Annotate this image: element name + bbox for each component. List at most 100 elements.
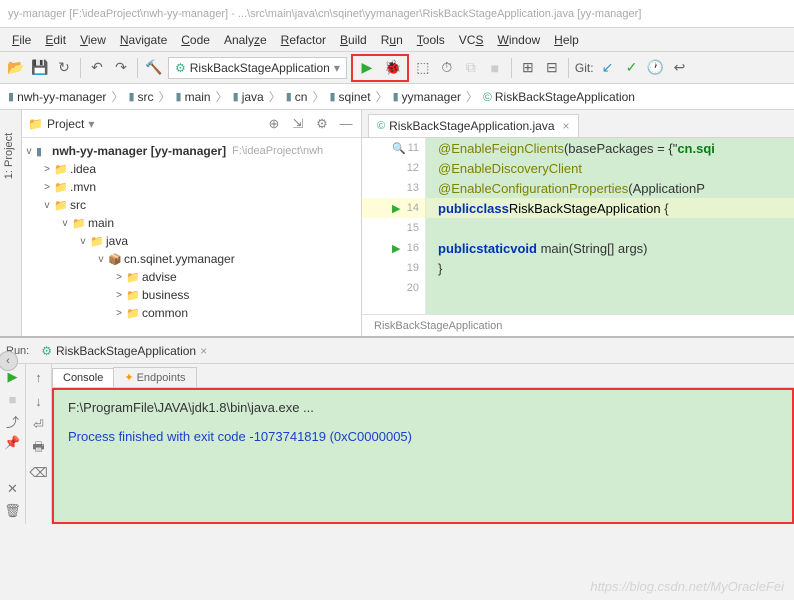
expand-icon[interactable]: >: [40, 182, 54, 193]
tree-root[interactable]: v▮ nwh-yy-manager [yy-manager] F:\ideaPr…: [22, 142, 361, 160]
tree-item[interactable]: v📁main: [22, 214, 361, 232]
gutter-line[interactable]: 13: [362, 178, 425, 198]
stop-icon[interactable]: ■: [4, 390, 22, 408]
close-icon[interactable]: ×: [563, 119, 570, 133]
attach-icon[interactable]: ⧉: [461, 58, 481, 78]
sync-icon[interactable]: ↻: [54, 58, 74, 78]
menu-navigate[interactable]: Navigate: [114, 31, 173, 49]
gutter-line[interactable]: 14▶: [362, 198, 425, 218]
menu-tools[interactable]: Tools: [411, 31, 451, 49]
menu-code[interactable]: Code: [175, 31, 216, 49]
pin-icon[interactable]: 📌: [4, 434, 22, 452]
code-line[interactable]: @EnableConfigurationProperties(Applicati…: [426, 178, 794, 198]
menu-analyze[interactable]: Analyze: [218, 31, 273, 49]
gutter-line[interactable]: 11🔍: [362, 138, 425, 158]
console-tab[interactable]: Console: [52, 368, 114, 387]
coverage-icon[interactable]: ⬚: [413, 58, 433, 78]
console-output[interactable]: F:\ProgramFile\JAVA\jdk1.8\bin\java.exe …: [52, 388, 794, 524]
code-line[interactable]: public class RiskBackStageApplication {: [426, 198, 794, 218]
undo-icon[interactable]: ↶: [87, 58, 107, 78]
editor-breadcrumb[interactable]: RiskBackStageApplication: [362, 314, 794, 336]
gear-icon[interactable]: ⚙: [313, 115, 331, 133]
up-icon[interactable]: ↑: [30, 368, 48, 386]
expand-icon[interactable]: >: [112, 272, 126, 283]
target-icon[interactable]: ⊕: [265, 115, 283, 133]
save-icon[interactable]: 💾: [30, 58, 50, 78]
git-commit-icon[interactable]: ✓: [622, 58, 642, 78]
crumb-main[interactable]: ▮main: [174, 90, 213, 104]
gutter-line[interactable]: 16▶: [362, 238, 425, 258]
layout-icon[interactable]: ⊞: [518, 58, 538, 78]
expand-icon[interactable]: v: [94, 254, 108, 265]
menu-build[interactable]: Build: [334, 31, 373, 49]
tree-item[interactable]: >📁.mvn: [22, 178, 361, 196]
code-line[interactable]: @EnableFeignClients(basePackages = {"cn.…: [426, 138, 794, 158]
stop-icon[interactable]: ■: [485, 58, 505, 78]
gutter-line[interactable]: 20: [362, 278, 425, 298]
gutter-line[interactable]: 12: [362, 158, 425, 178]
menu-file[interactable]: File: [6, 31, 37, 49]
crumb-java[interactable]: ▮java: [231, 90, 266, 104]
project-tree[interactable]: v▮ nwh-yy-manager [yy-manager] F:\ideaPr…: [22, 138, 361, 336]
tree-item[interactable]: >📁.idea: [22, 160, 361, 178]
code-line[interactable]: @EnableDiscoveryClient: [426, 158, 794, 178]
redo-icon[interactable]: ↷: [111, 58, 131, 78]
clear-icon[interactable]: ⌫: [30, 464, 48, 482]
trash-icon[interactable]: 🗑: [4, 502, 22, 520]
profile-icon[interactable]: ⏱: [437, 58, 457, 78]
code-line[interactable]: }: [426, 258, 794, 278]
down-icon[interactable]: ↓: [30, 392, 48, 410]
menu-help[interactable]: Help: [548, 31, 585, 49]
code-line[interactable]: public static void main(String[] args): [426, 238, 794, 258]
git-history-icon[interactable]: 🕐: [646, 58, 666, 78]
crumb-root[interactable]: ▮nwh-yy-manager: [6, 90, 108, 104]
code-content[interactable]: @EnableFeignClients(basePackages = {"cn.…: [426, 138, 794, 314]
crumb-src[interactable]: ▮src: [126, 90, 155, 104]
gutter-line[interactable]: 15: [362, 218, 425, 238]
git-update-icon[interactable]: ↙: [598, 58, 618, 78]
expand-icon[interactable]: v: [76, 236, 90, 247]
project-tool-tab[interactable]: 1: Project: [3, 133, 15, 179]
code-editor[interactable]: 11🔍121314▶1516▶1920 @EnableFeignClients(…: [362, 138, 794, 314]
tree-item[interactable]: v📁java: [22, 232, 361, 250]
hide-icon[interactable]: —: [337, 115, 355, 133]
hammer-icon[interactable]: 🔨: [144, 58, 164, 78]
menu-window[interactable]: Window: [491, 31, 546, 49]
layout2-icon[interactable]: ⊟: [542, 58, 562, 78]
crumb-cn[interactable]: ▮cn: [284, 90, 310, 104]
git-revert-icon[interactable]: ↩: [670, 58, 690, 78]
tree-item[interactable]: >📁business: [22, 286, 361, 304]
crumb-yymanager[interactable]: ▮yymanager: [391, 90, 463, 104]
expand-icon[interactable]: >: [112, 290, 126, 301]
menu-vcs[interactable]: VCS: [453, 31, 490, 49]
expand-icon[interactable]: v: [40, 200, 54, 211]
expand-icon[interactable]: >: [112, 308, 126, 319]
code-line[interactable]: [426, 278, 794, 298]
run-button-icon[interactable]: ▶: [357, 58, 377, 78]
close-icon[interactable]: ×: [200, 344, 207, 358]
expand-icon[interactable]: v: [22, 146, 36, 157]
tree-item[interactable]: >📁common: [22, 304, 361, 322]
expand-icon[interactable]: v: [58, 218, 72, 229]
print-icon[interactable]: 🖶: [30, 440, 48, 458]
code-line[interactable]: [426, 218, 794, 238]
debug-button-icon[interactable]: 🐞: [383, 58, 403, 78]
restore-icon[interactable]: ⤴: [4, 412, 22, 430]
endpoints-tab[interactable]: ✦Endpoints: [113, 367, 196, 387]
run-config-selector[interactable]: RiskBackStageApplication ▾: [168, 57, 347, 79]
wrap-icon[interactable]: ⏎: [30, 416, 48, 434]
open-icon[interactable]: 📂: [6, 58, 26, 78]
tree-item[interactable]: v📦cn.sqinet.yymanager: [22, 250, 361, 268]
tree-item[interactable]: v📁src: [22, 196, 361, 214]
expand-icon[interactable]: >: [40, 164, 54, 175]
gutter-line[interactable]: 19: [362, 258, 425, 278]
menu-refactor[interactable]: Refactor: [275, 31, 332, 49]
menu-view[interactable]: View: [74, 31, 112, 49]
project-title[interactable]: Project ▾: [28, 117, 94, 131]
menu-run[interactable]: Run: [375, 31, 409, 49]
editor-tab-active[interactable]: RiskBackStageApplication.java ×: [368, 114, 579, 137]
close-panel-icon[interactable]: ✕: [4, 480, 22, 498]
tree-item[interactable]: >📁advise: [22, 268, 361, 286]
crumb-class[interactable]: ©RiskBackStageApplication: [481, 90, 637, 104]
crumb-sqinet[interactable]: ▮sqinet: [327, 90, 372, 104]
